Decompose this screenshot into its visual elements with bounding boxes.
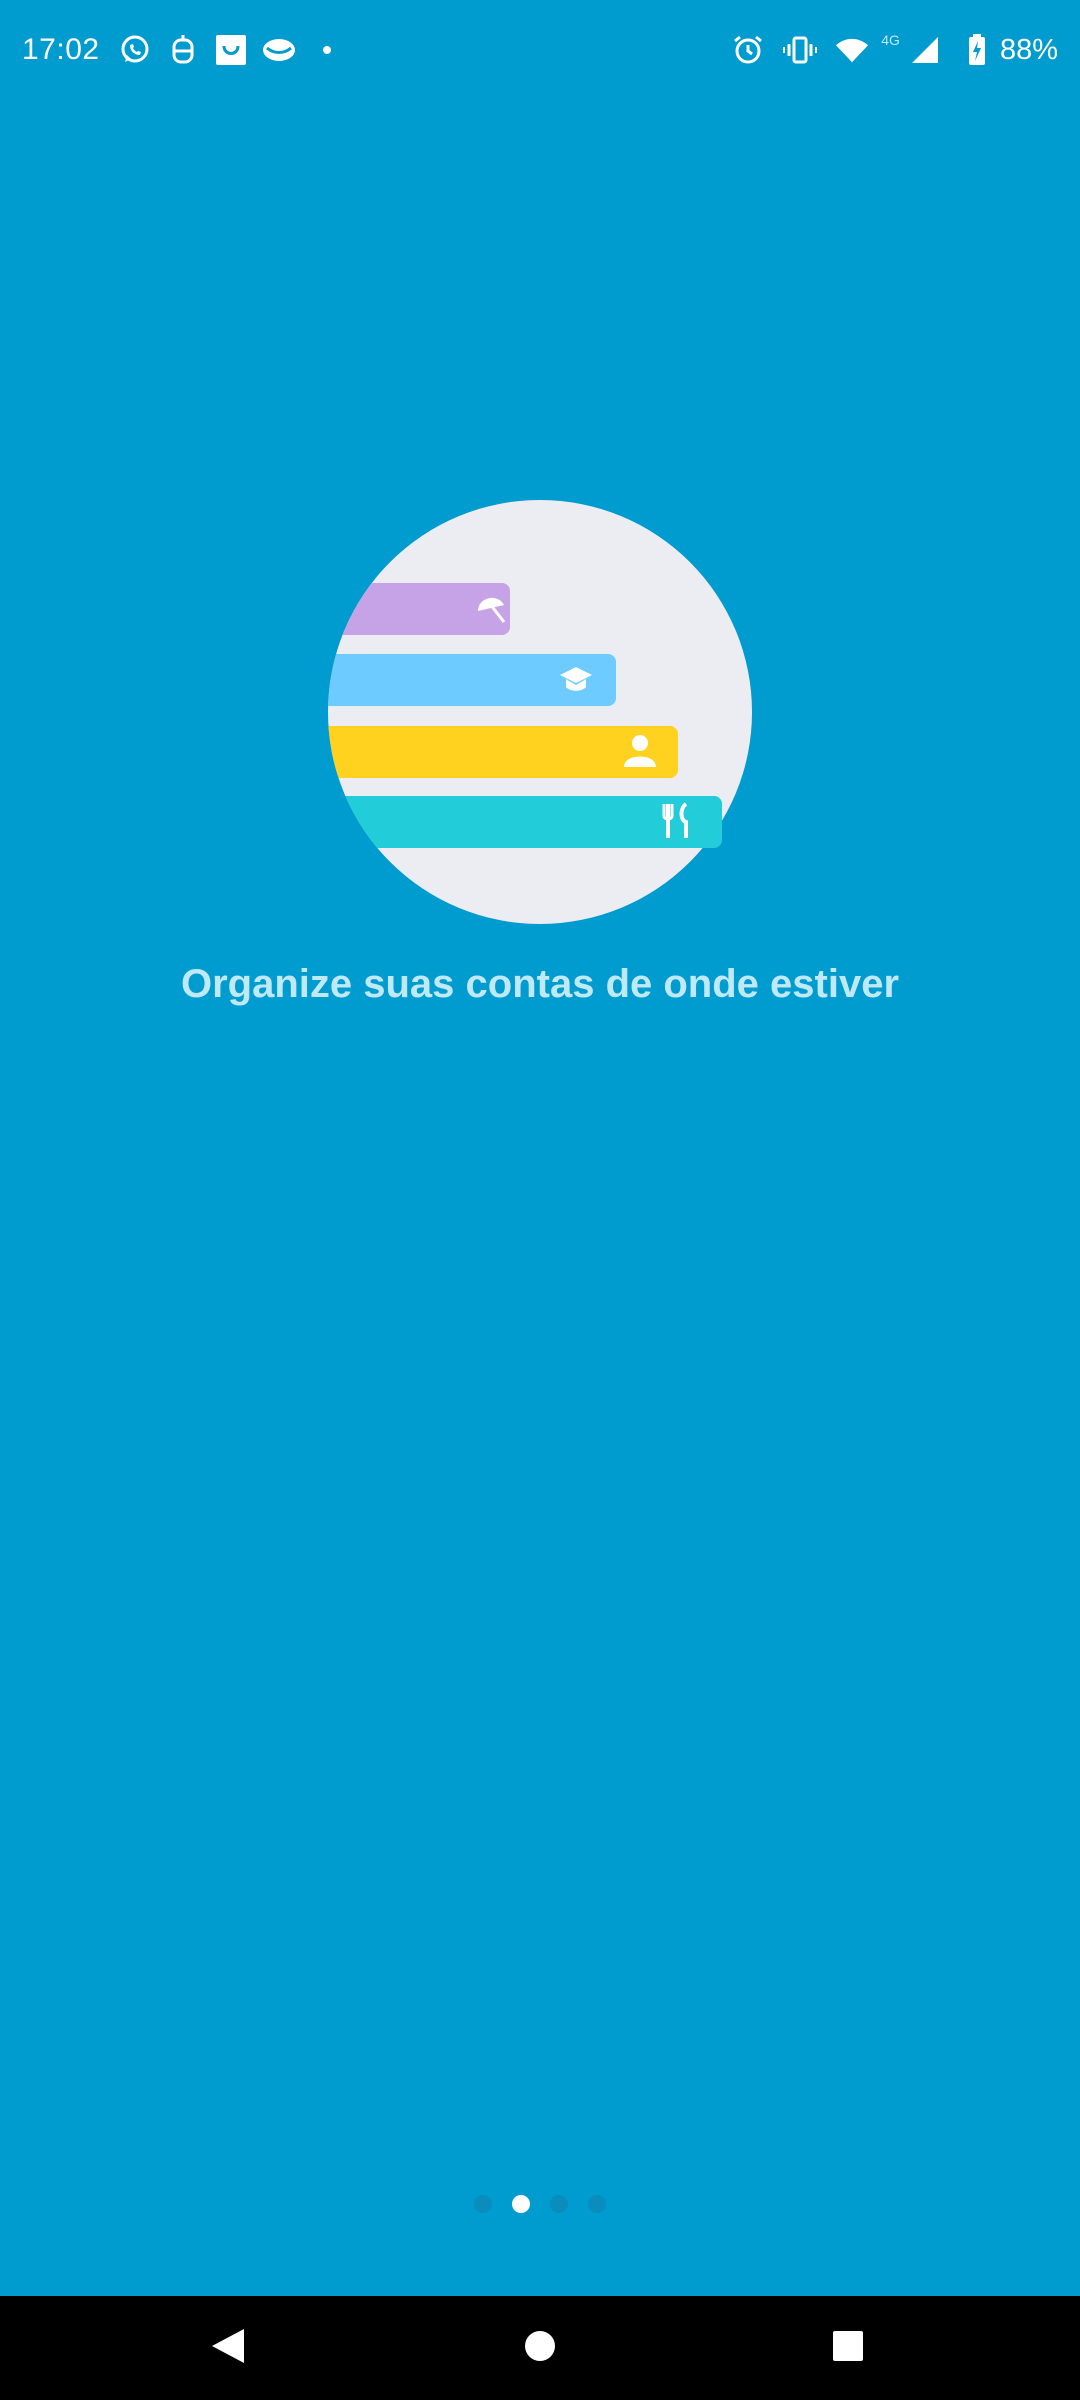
vibrate-icon — [783, 33, 818, 67]
status-right: 4G 88% — [725, 22, 1058, 78]
cloud-app-icon — [262, 33, 296, 67]
page-dot-4[interactable] — [588, 2195, 606, 2213]
network-type-label: 4G — [881, 32, 900, 48]
onboarding-illustration — [326, 500, 754, 924]
signal-icon — [908, 33, 942, 67]
dot-icon — [310, 33, 344, 67]
battery-percentage: 88% — [999, 33, 1058, 66]
page-dot-1[interactable] — [474, 2195, 492, 2213]
robot-icon — [166, 33, 200, 67]
onboarding-screen: 17:02 4G 88% Organize suas contas de ond… — [0, 0, 1080, 2400]
recents-icon — [832, 2330, 864, 2367]
battery-charging-icon — [960, 33, 994, 67]
whatsapp-icon — [118, 33, 152, 67]
illustration-circle — [328, 500, 752, 924]
wifi-icon — [835, 33, 869, 67]
status-left: 17:02 — [22, 22, 358, 78]
navigation-bar — [0, 2296, 1080, 2400]
back-button[interactable] — [148, 2296, 308, 2400]
onboarding-headline: Organize suas contas de onde estiver — [180, 962, 900, 1006]
status-time: 17:02 — [22, 33, 100, 66]
page-dot-3[interactable] — [550, 2195, 568, 2213]
bar-yellow — [328, 726, 678, 778]
back-icon — [210, 2327, 246, 2370]
page-dot-2-active[interactable] — [512, 2195, 530, 2213]
alarm-icon — [731, 33, 765, 67]
recents-button[interactable] — [768, 2296, 928, 2400]
page-indicator — [0, 2190, 1080, 2218]
status-bar: 17:02 4G 88% — [0, 0, 1080, 98]
bag-icon — [214, 33, 248, 67]
home-button[interactable] — [460, 2296, 620, 2400]
home-icon — [524, 2330, 556, 2367]
